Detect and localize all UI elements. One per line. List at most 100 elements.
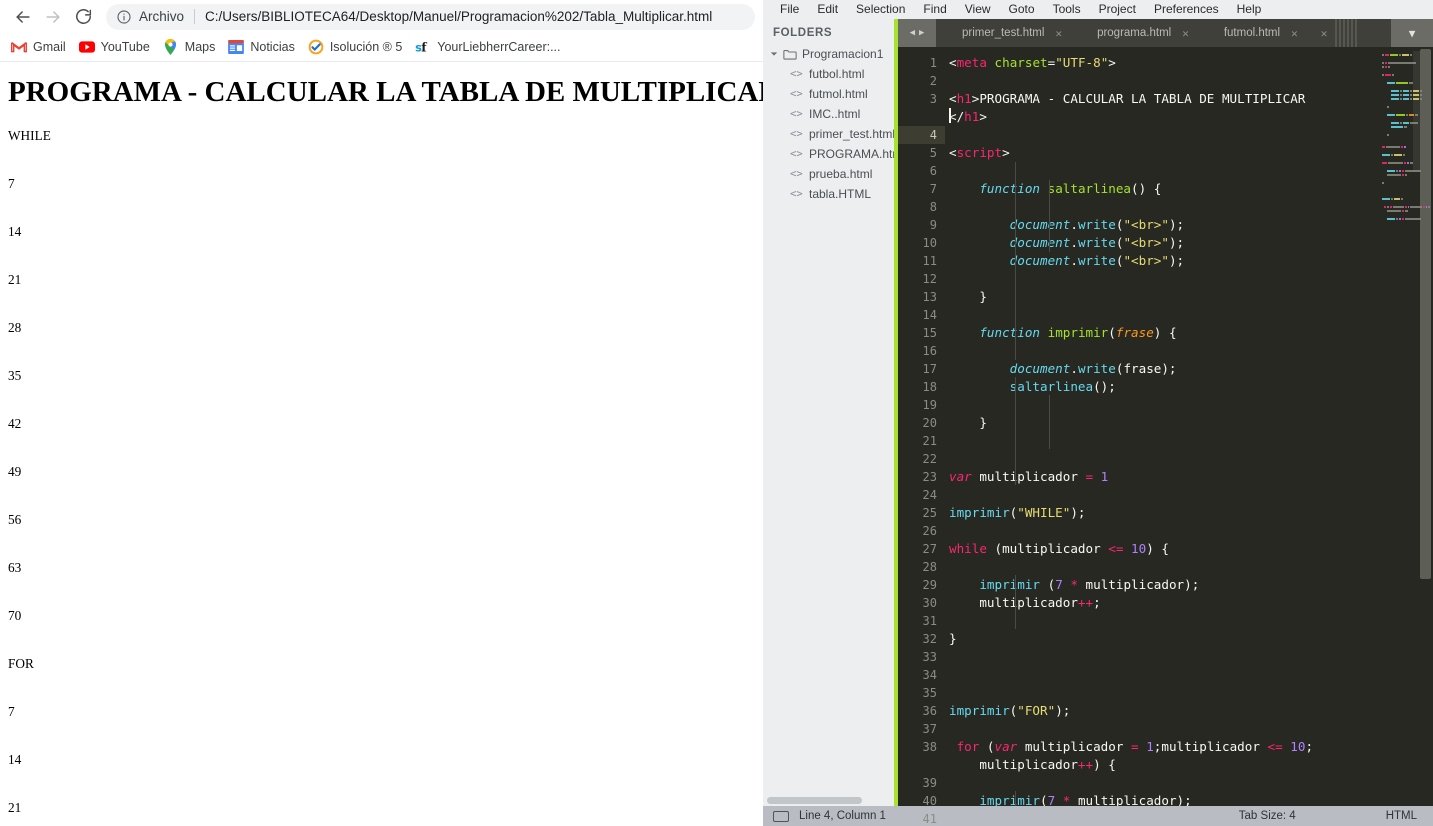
code-line[interactable] — [949, 684, 1379, 702]
sidebar-file-item[interactable]: <> IMC..html — [763, 104, 894, 124]
triangle-left-icon[interactable]: ◀ — [910, 28, 915, 38]
code-line[interactable]: <meta charset="UTF-8"> — [949, 54, 1379, 72]
chevron-down-icon[interactable]: ▼ — [1409, 27, 1416, 40]
menu-item-tools[interactable]: Tools — [1044, 0, 1090, 19]
code-line[interactable] — [949, 396, 1379, 414]
bookmark-youtube[interactable]: YouTube — [75, 37, 157, 57]
bookmark-isolucion[interactable]: Isolución ® 5 — [304, 37, 409, 57]
code-editor[interactable]: <meta charset="UTF-8"> <h1>PROGRAMA - CA… — [945, 47, 1379, 806]
code-line[interactable]: imprimir(7 * multiplicador); — [949, 792, 1379, 806]
code-line[interactable] — [949, 558, 1379, 576]
code-token: saltarlinea — [1047, 181, 1132, 196]
code-line[interactable]: while (multiplicador <= 10) { — [949, 540, 1379, 558]
code-line[interactable]: imprimir (7 * multiplicador); — [949, 576, 1379, 594]
code-line[interactable] — [949, 774, 1379, 792]
code-line[interactable]: } — [949, 414, 1379, 432]
code-line[interactable] — [949, 342, 1379, 360]
line-number: 36 — [922, 704, 937, 718]
code-line[interactable]: imprimir("FOR"); — [949, 702, 1379, 720]
code-line[interactable] — [949, 450, 1379, 468]
line-number — [898, 756, 945, 774]
back-button[interactable] — [8, 2, 38, 32]
code-token: multiplicador — [949, 595, 1078, 610]
sidebar-file-name: prueba.html — [809, 167, 873, 181]
code-line[interactable]: } — [949, 288, 1379, 306]
close-icon[interactable]: ✕ — [1321, 27, 1328, 40]
code-line[interactable]: document.write("<br>"); — [949, 252, 1379, 270]
chevron-down-icon[interactable] — [769, 50, 779, 58]
code-line[interactable] — [949, 720, 1379, 738]
code-line[interactable]: document.write("<br>"); — [949, 216, 1379, 234]
code-line[interactable] — [949, 198, 1379, 216]
close-icon[interactable]: ✕ — [1291, 27, 1298, 40]
menu-item-project[interactable]: Project — [1090, 0, 1145, 19]
code-line[interactable] — [949, 648, 1379, 666]
code-line[interactable] — [949, 162, 1379, 180]
bookmark-noticias[interactable]: Noticias — [224, 37, 301, 57]
code-line[interactable]: document.write("<br>"); — [949, 234, 1379, 252]
sidebar-hscrollbar-thumb[interactable] — [767, 797, 862, 804]
menu-item-preferences[interactable]: Preferences — [1145, 0, 1228, 19]
code-line[interactable] — [949, 126, 1379, 144]
menu-item-selection[interactable]: Selection — [847, 0, 914, 19]
code-line[interactable] — [949, 666, 1379, 684]
code-line[interactable]: multiplicador++; — [949, 594, 1379, 612]
code-line[interactable] — [949, 432, 1379, 450]
sidebar-hscrollbar[interactable] — [763, 794, 894, 806]
reload-button[interactable] — [68, 2, 98, 32]
code-line[interactable]: document.write(frase); — [949, 360, 1379, 378]
tab-overflow-button[interactable]: ▼ — [1391, 19, 1433, 47]
code-line[interactable] — [949, 270, 1379, 288]
code-line[interactable] — [949, 486, 1379, 504]
code-line[interactable]: function imprimir(frase) { — [949, 324, 1379, 342]
code-line[interactable] — [949, 72, 1379, 90]
code-line[interactable]: <script> — [949, 144, 1379, 162]
sidebar-file-item[interactable]: <> prueba.html — [763, 164, 894, 184]
sidebar-file-item[interactable]: <> futbol.html — [763, 64, 894, 84]
close-icon[interactable]: ✕ — [1055, 27, 1062, 40]
code-line[interactable]: } — [949, 630, 1379, 648]
editor-tab[interactable]: futmol.html ✕ — [1201, 19, 1311, 47]
editor-tab[interactable]: primer_test.html ✕ — [936, 19, 1076, 47]
triangle-right-icon[interactable]: ▶ — [919, 28, 924, 38]
address-url-text[interactable]: C:/Users/BIBLIOTECA64/Desktop/Manuel/Pro… — [205, 9, 712, 24]
code-file-icon: <> — [790, 128, 803, 140]
tab-scroll-arrows[interactable]: ◀ ▶ — [898, 19, 936, 47]
address-bar[interactable]: Archivo C:/Users/BIBLIOTECA64/Desktop/Ma… — [106, 3, 755, 30]
sidebar-file-item[interactable]: <> tabla.HTML — [763, 184, 894, 204]
code-line[interactable]: var multiplicador = 1 — [949, 468, 1379, 486]
indent-guide — [1015, 791, 1016, 806]
close-icon[interactable]: ✕ — [1182, 27, 1189, 40]
sidebar-file-item[interactable]: <> PROGRAMA.htm — [763, 144, 894, 164]
code-line[interactable]: multiplicador++) { — [949, 756, 1379, 774]
code-token: < — [949, 55, 957, 70]
minimap[interactable] — [1379, 47, 1433, 806]
code-line[interactable]: saltarlinea(); — [949, 378, 1379, 396]
syntax-label[interactable]: HTML — [1386, 810, 1417, 822]
menu-item-view[interactable]: View — [956, 0, 1000, 19]
bookmark-yourliebherrcareer[interactable]: sf YourLiebherrCareer:... — [411, 37, 567, 57]
editor-tab[interactable]: programa.html ✕ — [1075, 19, 1202, 47]
bookmark-gmail[interactable]: Gmail — [7, 37, 73, 57]
sidebar-file-item[interactable]: <> futmol.html — [763, 84, 894, 104]
vertical-scrollbar-thumb[interactable] — [1420, 49, 1431, 579]
menu-item-find[interactable]: Find — [914, 0, 955, 19]
code-line[interactable] — [949, 306, 1379, 324]
menu-item-goto[interactable]: Goto — [1000, 0, 1044, 19]
code-line[interactable]: for (var multiplicador = 1;multiplicador… — [949, 738, 1379, 756]
sidebar-folder-row[interactable]: Programacion1 — [763, 44, 894, 64]
code-line[interactable]: </h1> — [949, 108, 1379, 126]
menu-item-file[interactable]: File — [771, 0, 808, 19]
menu-item-edit[interactable]: Edit — [808, 0, 847, 19]
tab-size-label[interactable]: Tab Size: 4 — [1239, 810, 1296, 822]
code-line[interactable]: imprimir("WHILE"); — [949, 504, 1379, 522]
menu-item-help[interactable]: Help — [1228, 0, 1271, 19]
panel-icon[interactable] — [773, 810, 789, 822]
code-line[interactable] — [949, 522, 1379, 540]
code-line[interactable] — [949, 612, 1379, 630]
sidebar-file-item[interactable]: <> primer_test.html — [763, 124, 894, 144]
code-line[interactable]: function saltarlinea() { — [949, 180, 1379, 198]
bookmark-maps[interactable]: Maps — [159, 37, 223, 57]
code-line[interactable]: <h1>PROGRAMA - CALCULAR LA TABLA DE MULT… — [949, 90, 1379, 108]
forward-button[interactable] — [38, 2, 68, 32]
